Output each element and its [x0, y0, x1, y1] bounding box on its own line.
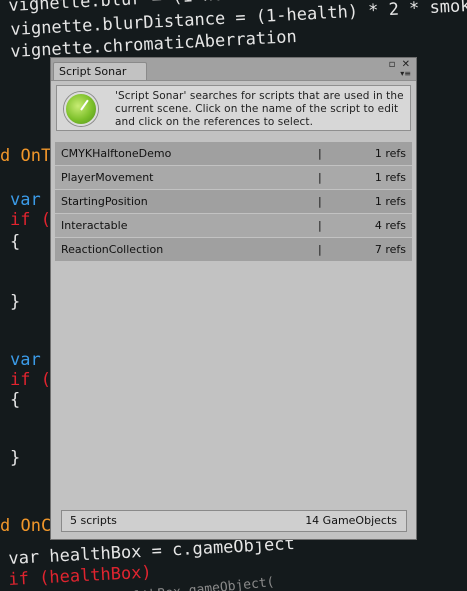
refs-button[interactable]: 1 refs [375, 190, 406, 213]
gameobjects-count: 14 GameObjects [305, 514, 397, 527]
scripts-count: 5 scripts [70, 514, 117, 527]
list-item: StartingPosition | 1 refs [55, 190, 412, 213]
script-name-button[interactable]: PlayerMovement [61, 166, 154, 189]
separator: | [318, 243, 322, 256]
code-line: if ( [10, 210, 51, 230]
tab-title: Script Sonar [59, 65, 127, 78]
separator: | [318, 219, 322, 232]
script-name-button[interactable]: CMYKHalftoneDemo [61, 142, 171, 165]
refs-button[interactable]: 7 refs [375, 238, 406, 261]
list-item: CMYKHalftoneDemo | 1 refs [55, 142, 412, 165]
status-footer: 5 scripts 14 GameObjects [61, 510, 407, 532]
script-list: CMYKHalftoneDemo | 1 refs PlayerMovement… [55, 142, 412, 262]
separator: | [318, 147, 322, 160]
script-name-button[interactable]: StartingPosition [61, 190, 148, 213]
tab-bar: Script Sonar ▫ ✕ ▾≡ [51, 58, 416, 81]
sonar-icon [64, 92, 98, 126]
refs-button[interactable]: 1 refs [375, 142, 406, 165]
separator: | [318, 195, 322, 208]
help-text: 'Script Sonar' searches for scripts that… [115, 90, 404, 128]
tab-script-sonar[interactable]: Script Sonar [53, 62, 147, 80]
code-line: { [10, 232, 21, 252]
list-item: Interactable | 4 refs [55, 214, 412, 237]
code-line: d OnT [0, 146, 52, 166]
script-name-button[interactable]: Interactable [61, 214, 127, 237]
script-name-button[interactable]: ReactionCollection [61, 238, 163, 261]
code-line: } [10, 292, 21, 312]
lock-icon[interactable]: ▫ [389, 59, 396, 70]
refs-button[interactable]: 1 refs [375, 166, 406, 189]
list-item: PlayerMovement | 1 refs [55, 166, 412, 189]
code-line: { [10, 390, 21, 410]
refs-button[interactable]: 4 refs [375, 214, 406, 237]
code-line: var [10, 190, 41, 210]
menu-icon[interactable]: ▾≡ [400, 70, 411, 78]
code-line: } [10, 448, 21, 468]
help-box: 'Script Sonar' searches for scripts that… [56, 85, 411, 131]
list-item: ReactionCollection | 7 refs [55, 238, 412, 261]
script-sonar-window: Script Sonar ▫ ✕ ▾≡ 'Script Sonar' searc… [50, 57, 417, 540]
separator: | [318, 171, 322, 184]
